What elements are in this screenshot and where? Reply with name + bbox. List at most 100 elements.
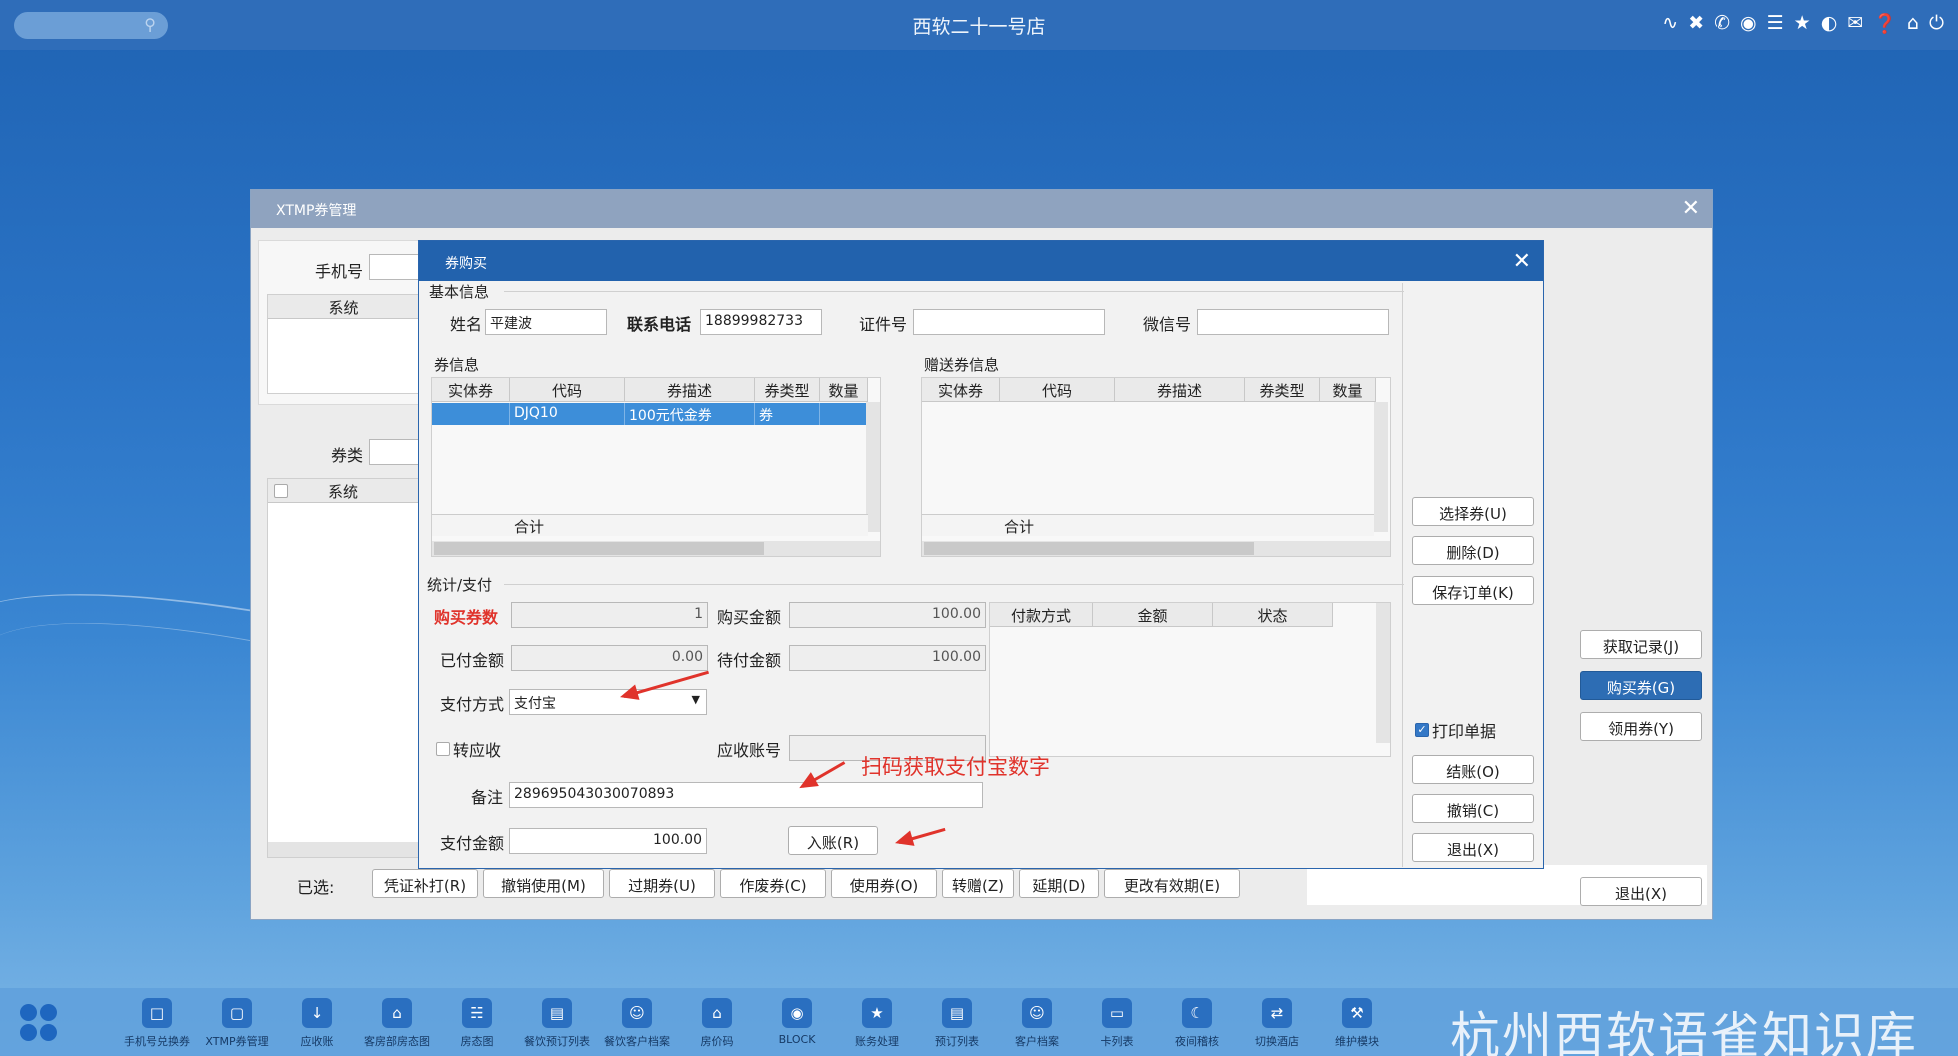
close-icon[interactable]: ✕ — [1513, 249, 1531, 274]
star-icon[interactable]: ★ — [1794, 12, 1811, 35]
list-icon: ▤ — [542, 998, 572, 1028]
collect-coupon-button[interactable]: 领用券(Y) — [1580, 712, 1702, 741]
remark-input[interactable]: 289695043030070893 — [509, 782, 983, 808]
name-label: 姓名 — [450, 315, 483, 334]
power-icon[interactable]: ⏻ — [1929, 12, 1944, 35]
booking-icon: ▤ — [942, 998, 972, 1028]
lock-icon: ◉ — [782, 998, 812, 1028]
use-coupon-button[interactable]: 使用券(O) — [831, 869, 937, 898]
taskbar-item[interactable]: ▢ XTMP券管理 — [197, 988, 277, 1056]
select-all-checkbox[interactable] — [274, 484, 288, 498]
expired-coupon-button[interactable]: 过期券(U) — [609, 869, 715, 898]
chevron-down-icon: ▼ — [691, 693, 700, 706]
start-menu-icon[interactable] — [20, 1004, 58, 1042]
taskbar-item-label: 卡列表 — [1100, 1035, 1134, 1048]
wifi-icon[interactable]: ∿ — [1662, 12, 1678, 35]
taskbar-item[interactable]: ☺ 客户档案 — [997, 988, 1077, 1056]
moon-icon: ☾ — [1182, 998, 1212, 1028]
taskbar-item[interactable]: □ 手机号兑换券 — [117, 988, 197, 1056]
save-order-button[interactable]: 保存订单(K) — [1412, 576, 1534, 605]
buy-coupon-button[interactable]: 购买券(G) — [1580, 671, 1702, 700]
coupon-table-hscroll[interactable] — [432, 541, 880, 556]
taskbar-item-label: 手机号兑换券 — [124, 1035, 190, 1048]
table-row[interactable]: DJQ10 100元代金券 券 — [432, 403, 868, 425]
taskbar-item[interactable]: ★ 账务处理 — [837, 988, 917, 1056]
taskbar-item[interactable]: ☺ 餐饮客户档案 — [597, 988, 677, 1056]
taskbar-item[interactable]: ▭ 卡列表 — [1077, 988, 1157, 1056]
dialog-title: 券购买 — [419, 241, 1543, 281]
wechat-input[interactable] — [1197, 309, 1389, 335]
taskbar-item[interactable]: ▤ 餐饮预订列表 — [517, 988, 597, 1056]
buy-count-field: 1 — [511, 602, 708, 628]
taskbar-item[interactable]: ⌂ 客房部房态图 — [357, 988, 437, 1056]
transfer-receivable-checkbox[interactable] — [436, 742, 450, 756]
palette-icon[interactable]: ◉ — [1740, 12, 1757, 35]
pay-method-select[interactable]: 支付宝 ▼ — [509, 689, 707, 715]
pay-amount-input[interactable]: 100.00 — [509, 828, 707, 854]
system-list: 系统 — [267, 294, 421, 394]
cancel-button[interactable]: 撤销(C) — [1412, 794, 1534, 823]
gift-total-label: 合计 — [1004, 518, 1035, 536]
receivable-account-label: 应收账号 — [717, 741, 782, 760]
select-coupon-button[interactable]: 选择券(U) — [1412, 497, 1534, 526]
taskbar-item[interactable]: ☵ 房态图 — [437, 988, 517, 1056]
void-coupon-button[interactable]: 作废券(C) — [720, 869, 826, 898]
taskbar-item[interactable]: ⚒ 维护模块 — [1317, 988, 1397, 1056]
dialog-exit-button[interactable]: 退出(X) — [1412, 833, 1534, 862]
name-input[interactable]: 平建波 — [485, 309, 607, 335]
taskbar-item[interactable]: ☾ 夜间稽核 — [1157, 988, 1237, 1056]
payment-table-vscroll[interactable] — [1376, 603, 1390, 743]
gift-table-vscroll[interactable] — [1374, 402, 1388, 532]
id-input[interactable] — [913, 309, 1105, 335]
print-receipt-checkbox[interactable]: ✓ — [1415, 723, 1429, 737]
taskbar-item-label: 房价码 — [700, 1035, 734, 1048]
taskbar-item-label: 切换酒店 — [1255, 1035, 1299, 1048]
settle-button[interactable]: 结账(O) — [1412, 755, 1534, 784]
close-icon[interactable]: ✕ — [1682, 196, 1700, 221]
stats-section: 统计/支付 — [427, 576, 493, 594]
buy-count-label: 购买券数 — [434, 608, 499, 627]
room-status-icon: ⌂ — [382, 998, 412, 1028]
phone-input[interactable] — [369, 254, 419, 280]
phone-icon[interactable]: ✆ — [1714, 12, 1730, 35]
coupon-type-input[interactable] — [369, 439, 419, 465]
account-icon: ★ — [862, 998, 892, 1028]
taskbar-item[interactable]: ⇄ 切换酒店 — [1237, 988, 1317, 1056]
card-icon: ▭ — [1102, 998, 1132, 1028]
coupon-table-vscroll[interactable] — [866, 402, 880, 532]
window-exit-button[interactable]: 退出(X) — [1580, 877, 1702, 906]
taskbar-item-label: 账务处理 — [855, 1035, 899, 1048]
reprint-voucher-button[interactable]: 凭证补打(R) — [372, 869, 478, 898]
system-tray: ∿ ✖ ✆ ◉ ☰ ★ ◐ ✉ ❓ ⌂ ⏻ — [1662, 12, 1944, 35]
taskbar-item-label: 餐饮预订列表 — [524, 1035, 590, 1048]
home-icon[interactable]: ⌂ — [1907, 12, 1919, 35]
undo-use-button[interactable]: 撤销使用(M) — [483, 869, 604, 898]
transfer-button[interactable]: 转赠(Z) — [942, 869, 1014, 898]
get-record-button[interactable]: 获取记录(J) — [1580, 630, 1702, 659]
menu-icon[interactable]: ☰ — [1767, 12, 1784, 35]
post-button[interactable]: 入账(R) — [788, 826, 878, 855]
taskbar-item[interactable]: ▤ 预订列表 — [917, 988, 997, 1056]
wrench-icon: ⚒ — [1342, 998, 1372, 1028]
taskbar-item-label: 维护模块 — [1335, 1035, 1379, 1048]
taskbar-item[interactable]: ◉ BLOCK — [757, 988, 837, 1056]
change-validity-button[interactable]: 更改有效期(E) — [1104, 869, 1240, 898]
taskbar-item[interactable]: ⌂ 房价码 — [677, 988, 757, 1056]
list-scrollbar[interactable] — [268, 842, 420, 857]
list-header: 系统 — [268, 479, 420, 503]
remark-label: 备注 — [471, 788, 504, 807]
gift-table-hscroll[interactable] — [922, 541, 1390, 556]
tools-icon[interactable]: ✖ — [1688, 12, 1704, 35]
help-icon[interactable]: ❓ — [1873, 12, 1897, 35]
gift-info-section: 赠送券信息 — [924, 356, 1000, 374]
extend-button[interactable]: 延期(D) — [1019, 869, 1099, 898]
selected-label: 已选: — [297, 878, 335, 897]
coupon-icon: ▢ — [222, 998, 252, 1028]
phone-input[interactable]: 18899982733 — [700, 309, 822, 335]
theme-icon[interactable]: ◐ — [1821, 12, 1838, 35]
delete-button[interactable]: 删除(D) — [1412, 536, 1534, 565]
mail-icon[interactable]: ✉ — [1847, 12, 1863, 35]
taskbar-item[interactable]: ↓ 应收账 — [277, 988, 357, 1056]
pending-label: 待付金额 — [717, 651, 782, 670]
taskbar-item-label: XTMP券管理 — [205, 1035, 269, 1048]
